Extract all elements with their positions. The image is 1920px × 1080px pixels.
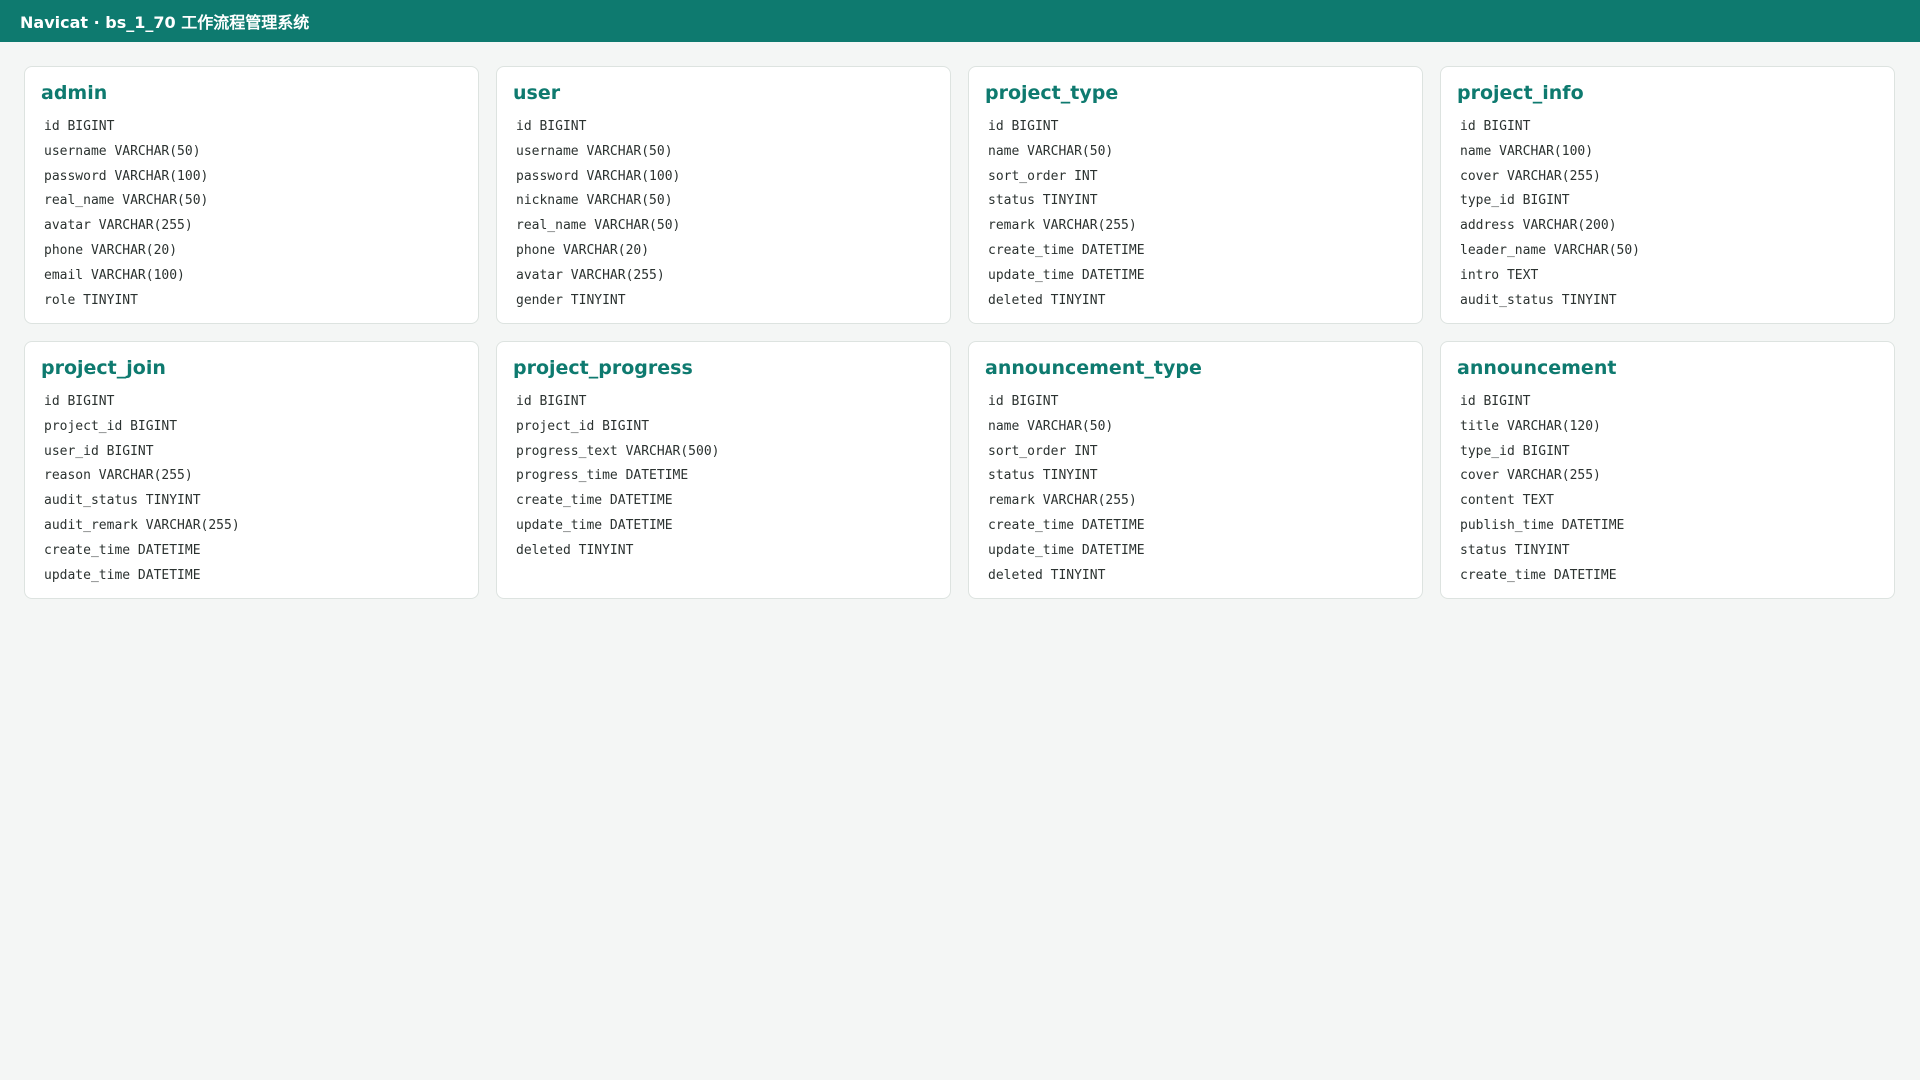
field-item: create_time DATETIME	[516, 493, 673, 509]
field-item: update_time DATETIME	[44, 567, 201, 583]
field-item: id BIGINT	[44, 119, 115, 134]
field-list: id BIGINT username VARCHAR(50) password …	[513, 115, 934, 313]
field-item: nickname VARCHAR(50)	[516, 193, 673, 209]
field-item: real_name VARCHAR(50)	[516, 218, 681, 234]
field-item: id BIGINT	[988, 119, 1059, 134]
field-item: title VARCHAR(120)	[1460, 418, 1601, 434]
field-item: status TINYINT	[988, 468, 1098, 484]
field-item: phone VARCHAR(20)	[44, 242, 178, 258]
field-list: id BIGINT project_id BIGINT user_id BIGI…	[41, 390, 462, 588]
field-item: name VARCHAR(50)	[988, 418, 1114, 434]
field-item: audit_status TINYINT	[1460, 292, 1617, 308]
field-list: id BIGINT username VARCHAR(50) password …	[41, 115, 462, 313]
field-item: deleted TINYINT	[988, 567, 1106, 583]
field-item: type_id BIGINT	[1460, 443, 1570, 459]
field-item: username VARCHAR(50)	[44, 143, 201, 159]
field-item: email VARCHAR(100)	[44, 267, 185, 283]
field-item: create_time DATETIME	[1460, 567, 1617, 583]
table-grid: admin id BIGINT username VARCHAR(50) pas…	[0, 42, 1920, 599]
field-item: status TINYINT	[988, 193, 1098, 209]
field-item: id BIGINT	[516, 119, 587, 134]
field-item: user_id BIGINT	[44, 443, 154, 459]
field-item: status TINYINT	[1460, 542, 1570, 558]
field-item: update_time DATETIME	[516, 517, 673, 533]
field-item: username VARCHAR(50)	[516, 143, 673, 159]
table-card-project-type[interactable]: project_type id BIGINT name VARCHAR(50) …	[968, 66, 1423, 324]
field-item: role TINYINT	[44, 292, 138, 308]
field-item: id BIGINT	[516, 394, 587, 409]
field-list: id BIGINT name VARCHAR(50) sort_order IN…	[985, 390, 1406, 588]
field-item: leader_name VARCHAR(50)	[1460, 242, 1641, 258]
field-list: id BIGINT name VARCHAR(100) cover VARCHA…	[1457, 115, 1878, 313]
table-card-announcement-type[interactable]: announcement_type id BIGINT name VARCHAR…	[968, 341, 1423, 599]
window-title: Navicat · bs_1_70 工作流程管理系统	[20, 13, 310, 32]
field-list: id BIGINT project_id BIGINT progress_tex…	[513, 390, 934, 564]
field-item: name VARCHAR(100)	[1460, 143, 1594, 159]
table-name: announcement	[1457, 357, 1617, 379]
table-name: announcement_type	[985, 357, 1202, 379]
field-item: remark VARCHAR(255)	[988, 493, 1137, 509]
field-item: id BIGINT	[1460, 119, 1531, 134]
field-item: project_id BIGINT	[44, 418, 178, 434]
table-card-admin[interactable]: admin id BIGINT username VARCHAR(50) pas…	[24, 66, 479, 324]
field-item: password VARCHAR(100)	[516, 168, 681, 184]
field-item: id BIGINT	[988, 394, 1059, 409]
field-item: intro TEXT	[1460, 267, 1539, 283]
field-item: gender TINYINT	[516, 292, 626, 308]
table-card-project-progress[interactable]: project_progress id BIGINT project_id BI…	[496, 341, 951, 599]
field-item: progress_time DATETIME	[516, 468, 689, 484]
table-card-project-info[interactable]: project_info id BIGINT name VARCHAR(100)…	[1440, 66, 1895, 324]
table-name: admin	[41, 82, 108, 104]
field-item: avatar VARCHAR(255)	[516, 267, 665, 283]
field-item: create_time DATETIME	[44, 542, 201, 558]
field-item: progress_text VARCHAR(500)	[516, 443, 720, 459]
field-item: sort_order INT	[988, 443, 1098, 459]
field-item: address VARCHAR(200)	[1460, 218, 1617, 234]
field-item: content TEXT	[1460, 493, 1554, 509]
field-item: create_time DATETIME	[988, 242, 1145, 258]
table-name: user	[513, 82, 561, 104]
table-name: project_type	[985, 82, 1119, 104]
field-item: reason VARCHAR(255)	[44, 468, 193, 484]
field-item: phone VARCHAR(20)	[516, 242, 650, 258]
field-item: audit_remark VARCHAR(255)	[44, 517, 240, 533]
field-item: name VARCHAR(50)	[988, 143, 1114, 159]
field-item: cover VARCHAR(255)	[1460, 168, 1601, 184]
field-item: id BIGINT	[1460, 394, 1531, 409]
app-title-bar: Navicat · bs_1_70 工作流程管理系统	[0, 0, 1920, 42]
field-item: cover VARCHAR(255)	[1460, 468, 1601, 484]
field-item: project_id BIGINT	[516, 418, 650, 434]
field-item: sort_order INT	[988, 168, 1098, 184]
field-list: id BIGINT title VARCHAR(120) type_id BIG…	[1457, 390, 1878, 588]
table-card-project-join[interactable]: project_join id BIGINT project_id BIGINT…	[24, 341, 479, 599]
field-item: password VARCHAR(100)	[44, 168, 209, 184]
table-card-announcement[interactable]: announcement id BIGINT title VARCHAR(120…	[1440, 341, 1895, 599]
field-item: real_name VARCHAR(50)	[44, 193, 209, 209]
field-item: avatar VARCHAR(255)	[44, 218, 193, 234]
field-list: id BIGINT name VARCHAR(50) sort_order IN…	[985, 115, 1406, 313]
field-item: update_time DATETIME	[988, 267, 1145, 283]
table-name: project_progress	[513, 357, 693, 379]
field-item: remark VARCHAR(255)	[988, 218, 1137, 234]
field-item: deleted TINYINT	[516, 542, 634, 558]
field-item: update_time DATETIME	[988, 542, 1145, 558]
table-name: project_info	[1457, 82, 1584, 104]
field-item: id BIGINT	[44, 394, 115, 409]
table-card-user[interactable]: user id BIGINT username VARCHAR(50) pass…	[496, 66, 951, 324]
field-item: publish_time DATETIME	[1460, 517, 1625, 533]
field-item: deleted TINYINT	[988, 292, 1106, 308]
table-name: project_join	[41, 357, 166, 379]
field-item: create_time DATETIME	[988, 517, 1145, 533]
field-item: audit_status TINYINT	[44, 493, 201, 509]
field-item: type_id BIGINT	[1460, 193, 1570, 209]
